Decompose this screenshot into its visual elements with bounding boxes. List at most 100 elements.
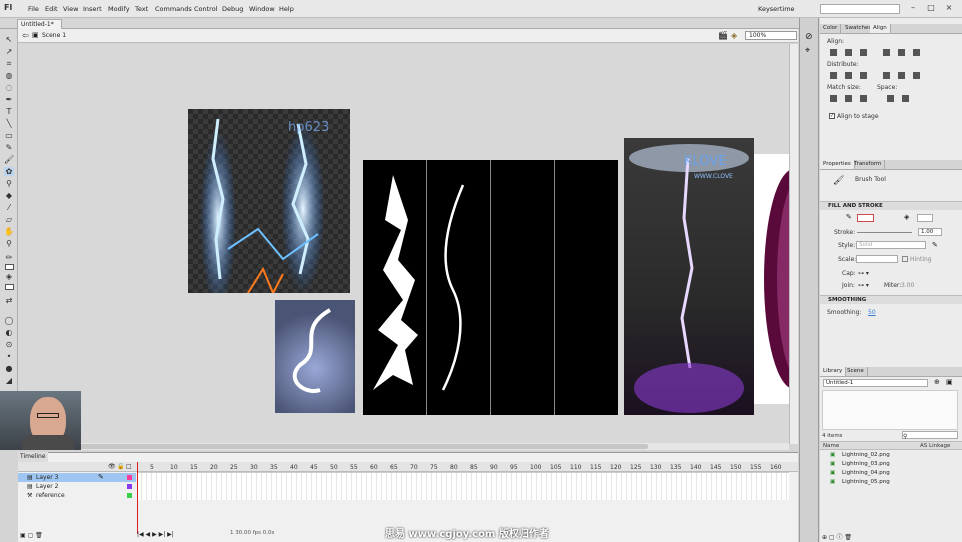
transform-icon[interactable]: ⌖ [805, 46, 810, 56]
distribute-hcenter-icon[interactable] [898, 72, 905, 79]
stage-area[interactable]: hp623 KLOVE WWW.CLOVE [18, 44, 824, 444]
match-height-icon[interactable] [845, 95, 852, 102]
menu-modify[interactable]: Modify [108, 5, 130, 13]
horizontal-scrollbar[interactable] [18, 443, 789, 450]
lightning-image-3[interactable]: KLOVE WWW.CLOVE [624, 138, 754, 415]
menu-debug[interactable]: Debug [222, 5, 243, 13]
fill-color-swatch[interactable] [5, 284, 14, 290]
library-item[interactable]: ▣ Lightning_02.png [822, 451, 958, 460]
brush-tool-icon[interactable]: 🖌 [4, 155, 14, 164]
playhead[interactable] [137, 462, 138, 534]
object-drawing-icon[interactable]: ◯ [4, 316, 14, 325]
bone-tool-icon[interactable]: ⚲ [4, 179, 14, 188]
document-tab[interactable]: Untitled-1* × [17, 19, 62, 35]
restore-icon[interactable]: □ [926, 4, 936, 13]
library-search-input[interactable]: ⚲ [902, 431, 958, 440]
line-tool-icon[interactable]: ╲ [4, 119, 14, 128]
align-bottom-icon[interactable] [913, 49, 920, 56]
menu-file[interactable]: File [28, 5, 39, 13]
layer-row-selected[interactable]: Layer 3 [18, 473, 136, 482]
scene-label[interactable]: Scene 1 [42, 32, 66, 39]
lightning-image-4[interactable] [754, 154, 824, 404]
edit-symbol-icon[interactable]: ◈ [731, 31, 737, 40]
menu-text[interactable]: Text [135, 5, 148, 13]
align-right-icon[interactable] [860, 49, 867, 56]
hinting-checkbox[interactable] [902, 256, 908, 262]
rectangle-tool-icon[interactable]: ▭ [4, 131, 14, 140]
brush-size-icon[interactable]: • [4, 352, 14, 361]
workspace-switcher[interactable]: Keysertime [758, 5, 795, 13]
paint-bucket-tool-icon[interactable]: ◆ [4, 191, 14, 200]
linkage-column-header[interactable]: AS Linkage [920, 443, 950, 449]
align-vcenter-icon[interactable] [898, 49, 905, 56]
back-arrow-icon[interactable]: ⇦ [22, 31, 29, 40]
tab-color[interactable]: Color [820, 24, 842, 33]
scroll-thumb[interactable] [28, 444, 648, 449]
edit-scene-icon[interactable]: 🎬 [718, 31, 728, 40]
join-select[interactable]: ⊶ ▾ [858, 282, 869, 289]
match-both-icon[interactable] [860, 95, 867, 102]
timeline-tab[interactable]: Timeline [18, 452, 48, 462]
playback-controls[interactable]: |◀ ◀ ▶ ▶| ▶| [137, 531, 174, 538]
text-tool-icon[interactable]: T [4, 107, 14, 116]
distribute-left-icon[interactable] [883, 72, 890, 79]
distribute-bottom-icon[interactable] [860, 72, 867, 79]
fill-color-icon[interactable]: ◈ [4, 272, 14, 281]
frames-grid[interactable] [137, 472, 789, 500]
3d-rotation-tool-icon[interactable]: ◍ [4, 71, 14, 80]
hand-tool-icon[interactable]: ✋ [4, 227, 14, 236]
new-library-icon[interactable]: ▣ [946, 378, 953, 386]
library-item[interactable]: ▣ Lightning_05.png [822, 478, 958, 487]
distribute-top-icon[interactable] [830, 72, 837, 79]
menu-edit[interactable]: Edit [45, 5, 58, 13]
lightning-image-2[interactable] [275, 300, 355, 413]
eraser-tool-icon[interactable]: ▱ [4, 215, 14, 224]
fill-color-button[interactable] [917, 214, 933, 222]
align-hcenter-icon[interactable] [845, 49, 852, 56]
space-horizontal-icon[interactable] [902, 95, 909, 102]
swap-colors-icon[interactable]: ⇄ [4, 296, 14, 305]
distribute-vcenter-icon[interactable] [845, 72, 852, 79]
library-footer-icons[interactable]: ⊕ ▢ ⓘ 🗑 [822, 532, 852, 541]
lightning-sprite-sheet[interactable] [363, 160, 618, 415]
pin-library-icon[interactable]: ⊕ [934, 378, 940, 386]
align-left-icon[interactable] [830, 49, 837, 56]
free-transform-tool-icon[interactable]: ⌗ [4, 59, 14, 68]
pencil-tool-icon[interactable]: ✎ [4, 143, 14, 152]
menu-view[interactable]: View [63, 5, 78, 13]
layer-color-swatch[interactable] [127, 484, 132, 489]
layer-row[interactable]: Layer 2 [18, 482, 136, 491]
eye-icon[interactable]: 👁 [108, 463, 116, 470]
menu-commands[interactable]: Commands [155, 5, 192, 13]
library-item[interactable]: ▣ Lightning_03.png [822, 460, 958, 469]
cap-select[interactable]: ⊶ ▾ [858, 270, 869, 277]
pen-tool-icon[interactable]: ✒ [4, 95, 14, 104]
stroke-slider[interactable] [857, 232, 912, 233]
lasso-tool-icon[interactable]: ◌ [4, 83, 14, 92]
smoothing-section[interactable]: SMOOTHING [820, 295, 962, 304]
vertical-scrollbar[interactable] [789, 44, 798, 444]
tab-scene[interactable]: Scene [844, 367, 868, 376]
motion-editor-icon[interactable]: ⊘ [805, 32, 813, 42]
brush-shape-icon[interactable]: ● [4, 364, 14, 373]
lightning-image-1[interactable]: hp623 [188, 109, 350, 293]
subselection-tool-icon[interactable]: ↗ [4, 47, 14, 56]
library-document-select[interactable]: Untitled-1 [823, 379, 928, 387]
menu-help[interactable]: Help [279, 5, 294, 13]
stroke-color-icon[interactable]: ✏ [4, 253, 14, 262]
stroke-color-button[interactable] [857, 214, 874, 222]
help-search-input[interactable] [820, 4, 900, 14]
deco-tool-icon[interactable]: ✿ [4, 167, 14, 176]
miter-value[interactable]: 3.00 [901, 282, 914, 289]
eyedropper-tool-icon[interactable]: ⁄ [4, 203, 14, 212]
zoom-select[interactable]: 100% [745, 31, 797, 40]
tab-align[interactable]: Align [870, 24, 891, 33]
zoom-tool-icon[interactable]: ⚲ [4, 239, 14, 248]
menu-control[interactable]: Control [194, 5, 218, 13]
close-icon[interactable]: × [944, 4, 954, 13]
tab-properties[interactable]: Properties [820, 160, 855, 169]
align-to-stage-checkbox[interactable]: ✓ [829, 113, 835, 119]
tab-library[interactable]: Library [820, 367, 847, 376]
stroke-color-swatch[interactable] [5, 264, 14, 270]
space-vertical-icon[interactable] [887, 95, 894, 102]
